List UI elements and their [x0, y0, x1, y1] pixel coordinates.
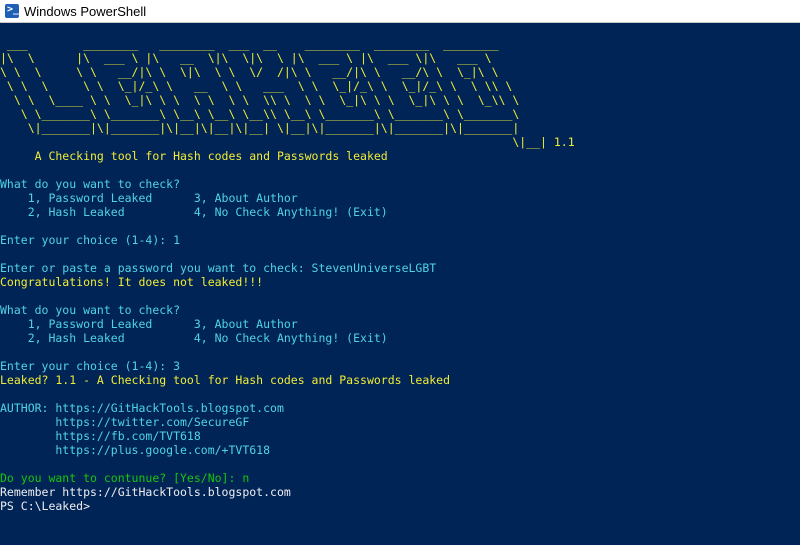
window-title: Windows PowerShell: [24, 4, 147, 19]
powershell-icon[interactable]: >_: [5, 4, 19, 18]
command-prompt: PS C:\Leaked>: [0, 499, 91, 513]
console-line: 2, Hash Leaked 4, No Check Anything! (Ex…: [0, 205, 388, 219]
console-line: 1, Password Leaked 3, About Author: [0, 191, 298, 205]
console-output[interactable]: ___ ________ ________ ___ __ ________ __…: [0, 37, 800, 545]
console-line: Enter or paste a password you want to ch…: [0, 261, 437, 275]
console-line: \ \ \____ \ \ \_|\ \ \ \ \ \ \ \\ \ \ \ …: [0, 93, 520, 107]
console-line: What do you want to check?: [0, 177, 181, 191]
console-line: AUTHOR: https://GitHackTools.blogspot.co…: [0, 401, 284, 415]
console-line: |\ \ |\ ___ \ |\ __ \|\ \|\ \ |\ ___ \ |…: [0, 51, 492, 65]
console-line: Congratulations! It does not leaked!!!: [0, 275, 264, 289]
console-line: \ \ \ \ \ \_|/_\ \ __ \ \ ___ \ \ \_|/_\…: [0, 79, 513, 93]
console-line: https://twitter.com/SecureGF: [0, 415, 250, 429]
console-line: https://plus.google.com/+TVT618: [0, 443, 271, 457]
console-line: Enter your choice (1-4): 1: [0, 233, 181, 247]
console-line: \ \_______\ \_______\ \__\ \__\ \__\\ \_…: [0, 107, 520, 121]
console-line: ___ ________ ________ ___ __ ________ __…: [0, 37, 499, 51]
console-line: Do you want to contunue? [Yes/No]: n: [0, 471, 250, 485]
console-line: https://fb.com/TVT618: [0, 429, 201, 443]
console-line: Leaked? 1.1 - A Checking tool for Hash c…: [0, 373, 451, 387]
console-line: Enter your choice (1-4): 3: [0, 359, 181, 373]
console-line: \ \ \ \ \ __/|\ \ \|\ \ \ \/ /|\ \ __/|\…: [0, 65, 499, 79]
console-line: What do you want to check?: [0, 303, 181, 317]
console-line: Remember https://GitHackTools.blogspot.c…: [0, 485, 291, 499]
console-line: \|_______|\|_______|\|__|\|__|\|__| \|__…: [0, 121, 520, 135]
console-line: A Checking tool for Hash codes and Passw…: [0, 149, 388, 163]
title-bar[interactable]: >_ Windows PowerShell: [0, 0, 800, 23]
console-line: 1, Password Leaked 3, About Author: [0, 317, 298, 331]
console-line: \|__| 1.1: [0, 135, 575, 149]
console-line: 2, Hash Leaked 4, No Check Anything! (Ex…: [0, 331, 388, 345]
